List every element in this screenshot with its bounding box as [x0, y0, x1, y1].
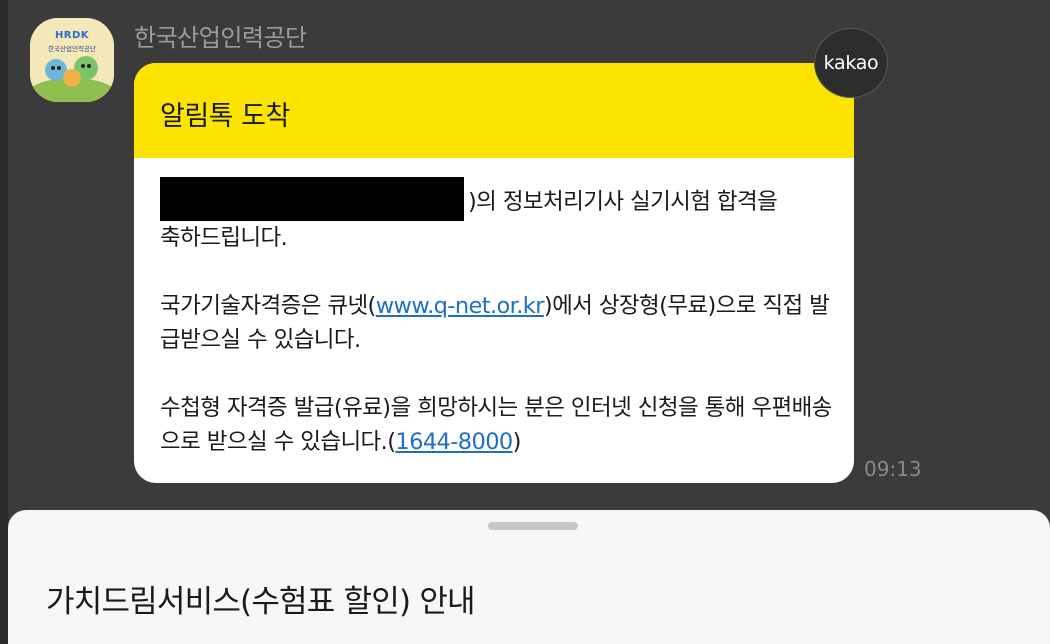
bubble-body: )의 정보처리기사 실기시험 합격을축하드립니다. 국가기술자격증은 큐넷(ww…: [160, 177, 840, 459]
message-paragraph-2: 국가기술자격증은 큐넷(www.q-net.or.kr)에서 상장형(무료)으로…: [160, 289, 840, 357]
sender-avatar[interactable]: HRDK 한국산업인력공단: [30, 18, 114, 102]
avatar-logo: HRDK: [54, 30, 90, 41]
sender-name: 한국산업인력공단: [134, 24, 307, 52]
message-bubble: 알림톡 도착 )의 정보처리기사 실기시험 합격을축하드립니다. 국가기술자격증…: [134, 63, 854, 483]
bubble-title: 알림톡 도착: [160, 101, 290, 132]
redacted-name: [160, 177, 464, 221]
message-line1-tail: )의 정보처리기사 실기시험 합격을: [468, 189, 778, 215]
bubble-header: 알림톡 도착: [134, 63, 854, 158]
message-time: 09:13: [864, 457, 922, 481]
message-line1-cont: 축하드립니다.: [160, 225, 288, 251]
message-text: 국가기술자격증은 큐넷(: [160, 293, 376, 319]
bottom-sheet-title[interactable]: 가치드림서비스(수험표 할인) 안내: [46, 576, 476, 621]
left-edge: [0, 0, 8, 644]
message-paragraph-3: 수첩형 자격증 발급(유료)을 희망하시는 분은 인터넷 신청을 통해 우편배송…: [160, 391, 840, 459]
kakao-badge: kakao: [814, 28, 888, 98]
message-text: ): [512, 429, 522, 455]
sheet-drag-handle[interactable]: [488, 522, 578, 530]
avatar-logo-sub: 한국산업인력공단: [48, 45, 96, 53]
message-paragraph-1: )의 정보처리기사 실기시험 합격을축하드립니다.: [160, 177, 840, 255]
qnet-link[interactable]: www.q-net.or.kr: [376, 293, 545, 319]
bottom-sheet[interactable]: 가치드림서비스(수험표 할인) 안내: [8, 510, 1050, 644]
phone-link[interactable]: 1644-8000: [395, 429, 513, 455]
